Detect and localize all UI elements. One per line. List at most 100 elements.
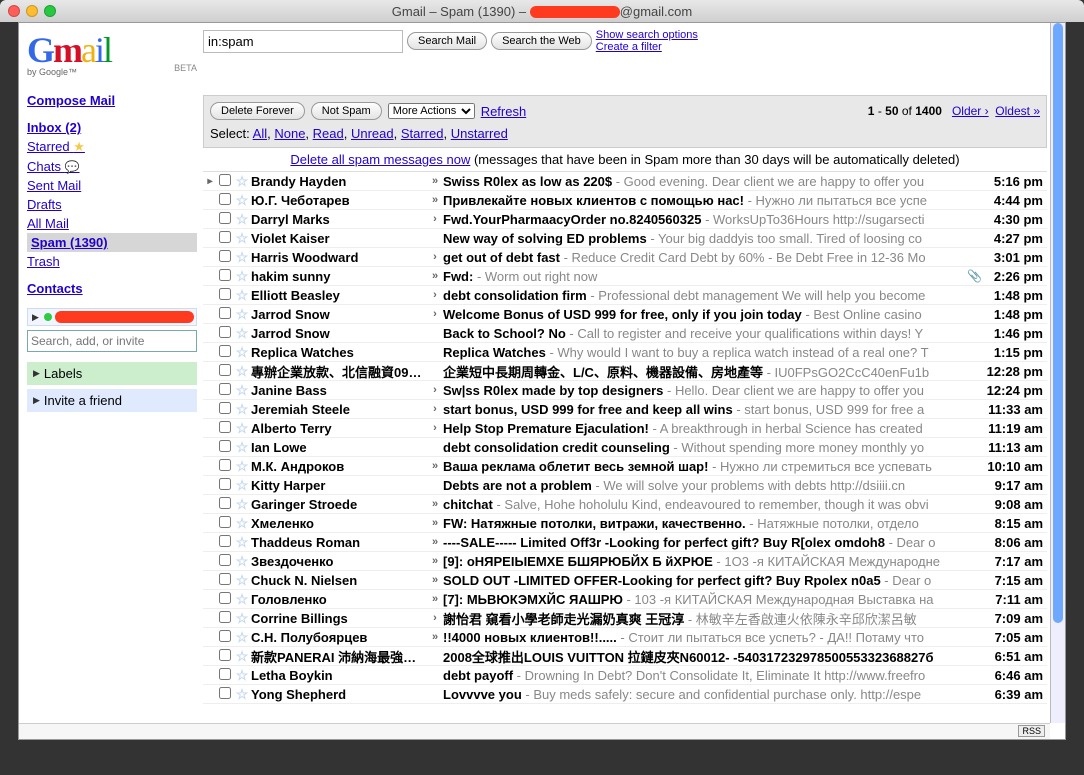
mail-row[interactable]: ☆Kitty HarperDebts are not a problem - W… (203, 476, 1047, 495)
select-checkbox[interactable] (217, 554, 233, 569)
star-icon[interactable]: ☆ (233, 363, 251, 380)
labels-toggle[interactable]: ▶Labels (27, 362, 197, 385)
rss-badge[interactable]: RSS (1018, 725, 1045, 737)
star-icon[interactable]: ☆ (233, 173, 251, 190)
star-icon[interactable]: ☆ (233, 268, 251, 285)
show-search-options-link[interactable]: Show search options (596, 29, 698, 41)
mail-row[interactable]: ▸☆Brandy Hayden»Swiss R0lex as low as 22… (203, 172, 1047, 191)
chat-search-input[interactable] (27, 330, 197, 352)
star-icon[interactable]: ☆ (233, 515, 251, 532)
mail-row[interactable]: ☆С.Н. Полубоярцев»!!4000 новых клиентов!… (203, 628, 1047, 647)
select-checkbox[interactable] (217, 231, 233, 246)
refresh-link[interactable]: Refresh (481, 104, 527, 119)
select-checkbox[interactable] (217, 687, 233, 702)
select-checkbox[interactable] (217, 193, 233, 208)
mail-row[interactable]: ☆Ian Lowedebt consolidation credit couns… (203, 438, 1047, 457)
mail-row[interactable]: ☆Letha Boykindebt payoff - Drowning In D… (203, 666, 1047, 685)
select-checkbox[interactable] (217, 364, 233, 379)
mail-row[interactable]: ☆新款PANERAI 沛納海最強匠心2008全球推出LOUIS VUITTON … (203, 647, 1047, 666)
star-icon[interactable]: ☆ (233, 420, 251, 437)
select-checkbox[interactable] (217, 611, 233, 626)
select-checkbox[interactable] (217, 250, 233, 265)
star-icon[interactable]: ☆ (233, 344, 251, 361)
nav-contacts[interactable]: Contacts (27, 279, 197, 298)
delete-forever-button[interactable]: Delete Forever (210, 102, 305, 120)
search-mail-button[interactable]: Search Mail (407, 32, 487, 50)
mail-row[interactable]: ☆Yong ShepherdLovvvve you - Buy meds saf… (203, 685, 1047, 704)
mail-row[interactable]: ☆Хмеленко»FW: Натяжные потолки, витражи,… (203, 514, 1047, 533)
close-icon[interactable] (8, 5, 20, 17)
nav-allmail[interactable]: All Mail (27, 214, 197, 233)
older-link[interactable]: Older › (952, 104, 989, 118)
select-checkbox[interactable] (217, 668, 233, 683)
mail-row[interactable]: ☆專辦企業放款、北信融資0987-企業短中長期周轉金、L/C、原料、機器設備、房… (203, 362, 1047, 381)
nav-sent[interactable]: Sent Mail (27, 176, 197, 195)
select-checkbox[interactable] (217, 573, 233, 588)
mail-row[interactable]: ☆Jarrod Snow›Welcome Bonus of USD 999 fo… (203, 305, 1047, 324)
star-icon[interactable]: ☆ (233, 477, 251, 494)
not-spam-button[interactable]: Not Spam (311, 102, 382, 120)
nav-drafts[interactable]: Drafts (27, 195, 197, 214)
select-checkbox[interactable] (217, 478, 233, 493)
star-icon[interactable]: ☆ (233, 192, 251, 209)
mail-row[interactable]: ☆hakim sunny»Fwd: - Worm out right now📎2… (203, 267, 1047, 286)
mail-row[interactable]: ☆Jarrod SnowBack to School? No - Call to… (203, 324, 1047, 343)
mail-row[interactable]: ☆Replica WatchesReplica Watches - Why wo… (203, 343, 1047, 362)
star-icon[interactable]: ☆ (233, 686, 251, 703)
select-checkbox[interactable] (217, 459, 233, 474)
star-icon[interactable]: ☆ (233, 572, 251, 589)
more-actions-select[interactable]: More Actions (388, 103, 475, 119)
invite-friend-toggle[interactable]: ▶Invite a friend (27, 389, 197, 412)
select-checkbox[interactable] (217, 497, 233, 512)
minimize-icon[interactable] (26, 5, 38, 17)
select-unread[interactable]: Unread (351, 126, 394, 141)
mail-row[interactable]: ☆Jeremiah Steele›start bonus, USD 999 fo… (203, 400, 1047, 419)
zoom-icon[interactable] (44, 5, 56, 17)
nav-starred[interactable]: Starred ★ (27, 137, 197, 157)
mail-row[interactable]: ☆Harris Woodward›get out of debt fast - … (203, 248, 1047, 267)
mail-row[interactable]: ☆Corrine Billings›謝怡君 窺看小學老師走光漏奶真爽 王冠淳 -… (203, 609, 1047, 628)
star-icon[interactable]: ☆ (233, 591, 251, 608)
select-unstarred[interactable]: Unstarred (451, 126, 508, 141)
star-icon[interactable]: ☆ (233, 249, 251, 266)
select-checkbox[interactable] (217, 383, 233, 398)
star-icon[interactable]: ☆ (233, 667, 251, 684)
select-none[interactable]: None (274, 126, 305, 141)
star-icon[interactable]: ☆ (233, 439, 251, 456)
nav-chats[interactable]: Chats 💬 (27, 157, 197, 176)
select-checkbox[interactable] (217, 174, 233, 189)
mail-row[interactable]: ☆Darryl Marks›Fwd.YourPharmaacyOrder no.… (203, 210, 1047, 229)
create-filter-link[interactable]: Create a filter (596, 41, 698, 53)
star-icon[interactable]: ☆ (233, 610, 251, 627)
compose-mail-link[interactable]: Compose Mail (27, 91, 197, 110)
mail-row[interactable]: ☆Alberto Terry›Help Stop Premature Ejacu… (203, 419, 1047, 438)
select-checkbox[interactable] (217, 592, 233, 607)
mail-row[interactable]: ☆Головленко»[7]: МЬВЮКЭМХЙС ЯАШРЮ - 103 … (203, 590, 1047, 609)
star-icon[interactable]: ☆ (233, 230, 251, 247)
star-icon[interactable]: ☆ (233, 287, 251, 304)
select-checkbox[interactable] (217, 516, 233, 531)
vertical-scrollbar[interactable] (1050, 23, 1065, 723)
nav-spam[interactable]: Spam (1390) (27, 233, 197, 252)
star-icon[interactable]: ☆ (233, 629, 251, 646)
select-all[interactable]: All (253, 126, 267, 141)
select-checkbox[interactable] (217, 440, 233, 455)
star-icon[interactable]: ☆ (233, 211, 251, 228)
select-checkbox[interactable] (217, 345, 233, 360)
mail-row[interactable]: ☆М.К. Андроков»Ваша реклама облетит весь… (203, 457, 1047, 476)
mail-row[interactable]: ☆Thaddeus Roman»----SALE----- Limited Of… (203, 533, 1047, 552)
mail-row[interactable]: ☆Janine Bass›Sw|ss R0lex made by top des… (203, 381, 1047, 400)
mail-row[interactable]: ☆Звездоченко»[9]: оНЯРЕIЫЕМХЕ БШЯРЮБЙХ Б… (203, 552, 1047, 571)
star-icon[interactable]: ☆ (233, 306, 251, 323)
mail-row[interactable]: ☆Elliott Beasley›debt consolidation firm… (203, 286, 1047, 305)
star-icon[interactable]: ☆ (233, 648, 251, 665)
star-icon[interactable]: ☆ (233, 325, 251, 342)
select-checkbox[interactable] (217, 307, 233, 322)
mail-row[interactable]: ☆Violet KaiserNew way of solving ED prob… (203, 229, 1047, 248)
chat-user-chip[interactable]: ▶ (27, 308, 197, 326)
select-checkbox[interactable] (217, 402, 233, 417)
mail-row[interactable]: ☆Chuck N. Nielsen»SOLD OUT -LIMITED OFFE… (203, 571, 1047, 590)
star-icon[interactable]: ☆ (233, 553, 251, 570)
select-checkbox[interactable] (217, 535, 233, 550)
select-checkbox[interactable] (217, 649, 233, 664)
